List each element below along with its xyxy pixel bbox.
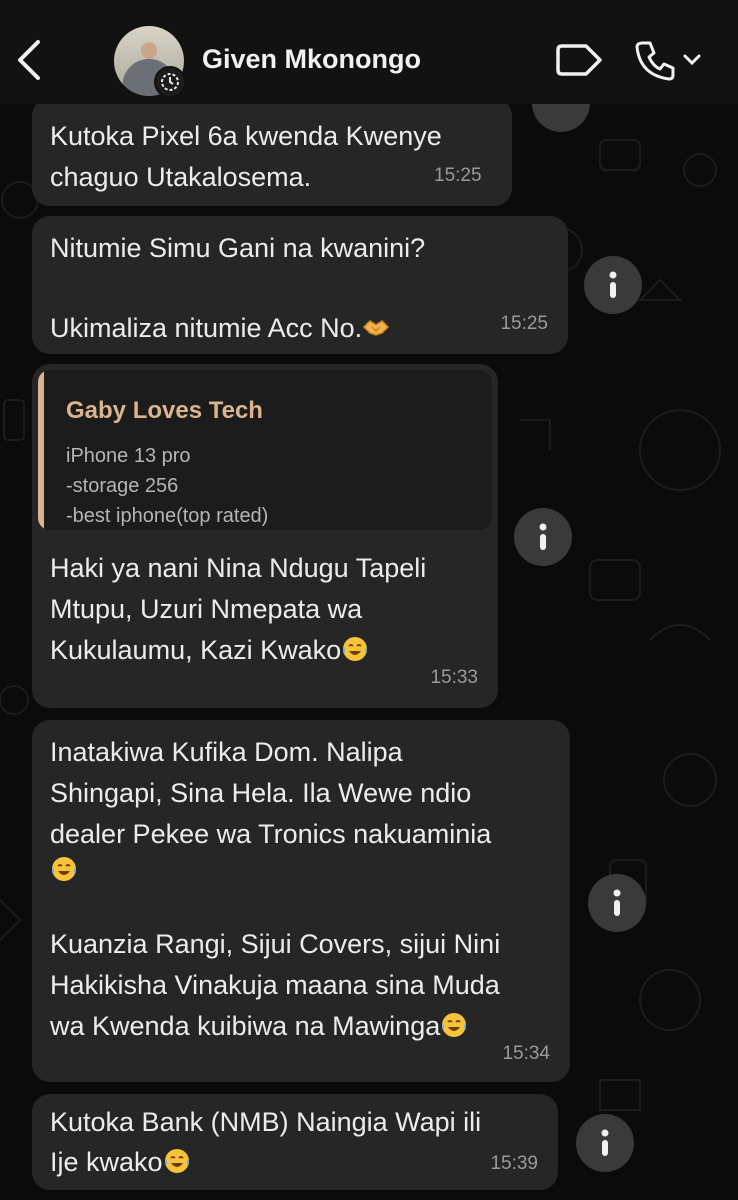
voice-call-button[interactable] [634,38,704,82]
quoted-message[interactable]: Gaby Loves Tech iPhone 13 pro -storage 2… [38,370,492,530]
tears-of-joy-emoji-icon [343,637,368,661]
message-time: 15:39 [490,1153,538,1174]
info-icon [613,889,621,916]
message-text-line: Ukimaliza nitumie Acc No. [50,313,363,343]
message-text: Mtupu, Uzuri Nmepata wa [50,594,363,624]
quote-author: Gaby Loves Tech [66,397,263,424]
message-text-line: Ije kwako [50,1147,163,1177]
contact-avatar[interactable] [114,26,186,98]
info-button[interactable] [514,508,572,566]
chevron-down-icon [683,54,701,66]
quote-accent-bar [38,370,44,530]
quote-line: -best iphone(top rated) [66,505,269,527]
tears-of-joy-emoji-icon [52,857,76,881]
message-text: dealer Pekee wa Tronics nakuaminia [50,819,492,849]
tears-of-joy-emoji-icon [442,1013,467,1037]
handshake-icon [363,320,390,336]
video-call-button[interactable] [554,40,608,80]
message-text-line: Kukulaumu, Kazi Kwako [50,635,342,665]
info-button[interactable] [588,874,646,932]
info-icon [601,1129,609,1156]
message-bubble[interactable]: Inatakiwa Kufika Dom. Nalipa Shingapi, S… [32,720,570,1082]
status-ring-icon [154,66,186,98]
reply-message-bubble[interactable]: Gaby Loves Tech iPhone 13 pro -storage 2… [32,364,498,708]
video-tag-icon [556,44,602,76]
chat-header: Given Mkonongo [0,0,738,104]
chevron-left-icon [18,40,40,80]
message-text: Hakikisha Vinakuja maana sina Muda [50,970,500,1000]
back-button[interactable] [12,38,48,82]
message-bubble[interactable]: Nitumie Simu Gani na kwanini? Ukimaliza … [32,216,568,354]
message-text: Ukimaliza nitumie Acc No. [50,308,390,349]
message-text: Inatakiwa Kufika Dom. Nalipa [50,737,403,767]
message-text: Haki ya nani Nina Ndugu Tapeli [50,553,427,583]
message-time: 15:25 [500,313,548,334]
info-button[interactable] [576,1114,634,1172]
message-bubble[interactable]: Kutoka Bank (NMB) Naingia Wapi ili Ije k… [32,1094,558,1190]
message-emoji [50,850,78,891]
message-time: 15:34 [502,1043,550,1064]
info-icon [609,271,617,298]
message-text: Nitumie Simu Gani na kwanini? [50,233,426,263]
tears-of-joy-emoji-icon [164,1149,189,1173]
info-button[interactable] [584,256,642,314]
message-text: Kutoka Pixel 6a kwenda Kwenye chaguo Uta… [50,121,442,192]
contact-name[interactable]: Given Mkonongo [202,44,421,75]
message-text: wa Kwenda kuibiwa na Mawinga [50,1006,468,1047]
message-text: Shingapi, Sina Hela. Ila Wewe ndio [50,778,472,808]
message-text: Ije kwako [50,1142,191,1183]
info-icon [539,523,547,550]
message-text: Kukulaumu, Kazi Kwako [50,630,369,671]
message-time: 15:33 [430,667,478,688]
message-text-line: wa Kwenda kuibiwa na Mawinga [50,1011,441,1041]
message-text: Kutoka Bank (NMB) Naingia Wapi ili [50,1107,482,1137]
phone-icon [635,41,675,81]
message-text: Kuanzia Rangi, Sijui Covers, sijui Nini [50,929,501,959]
message-bubble[interactable]: Kutoka Pixel 6a kwenda Kwenye chaguo Uta… [32,98,512,206]
message-time: 15:25 [434,165,482,186]
